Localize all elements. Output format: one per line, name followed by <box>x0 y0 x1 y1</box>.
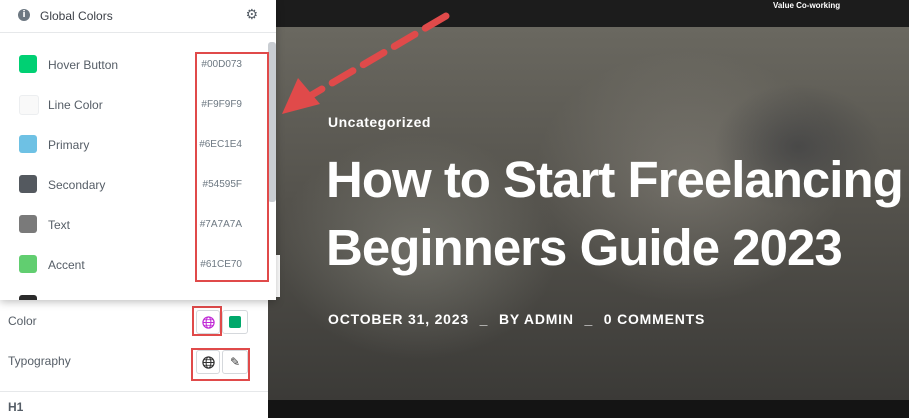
color-swatch <box>19 255 37 273</box>
annotation-box-typography <box>191 348 250 381</box>
post-author[interactable]: BY ADMIN <box>499 311 574 327</box>
post-meta: OCTOBER 31, 2023 _ BY ADMIN _ 0 COMMENTS <box>328 311 711 327</box>
color-swatch <box>19 95 39 115</box>
typography-control: Typography ✎ <box>0 345 268 381</box>
color-swatch-button[interactable] <box>222 310 248 334</box>
color-swatch <box>19 175 37 193</box>
meta-separator: _ <box>479 311 489 327</box>
h1-section-label: H1 <box>8 400 24 414</box>
gear-icon[interactable]: ⚙ <box>245 6 258 24</box>
post-title: How to Start Freelancing Beginners Guide… <box>326 146 909 282</box>
color-control: Color <box>0 305 268 337</box>
current-color-swatch <box>229 316 241 328</box>
annotation-box-color <box>192 306 222 336</box>
color-swatch <box>19 55 37 73</box>
post-date: OCTOBER 31, 2023 <box>328 311 469 327</box>
color-swatch <box>19 295 37 300</box>
color-label: Color <box>8 314 37 328</box>
color-name: Primary <box>48 138 90 152</box>
color-name: Line Color <box>48 98 103 112</box>
color-swatch <box>19 135 37 153</box>
info-icon[interactable]: i <box>18 9 30 21</box>
color-name: Secondary <box>48 178 106 192</box>
hero-bottom-bar <box>268 400 909 418</box>
annotation-box-hex-values <box>195 52 269 282</box>
global-color-item-partial <box>0 285 268 300</box>
color-name: Hover Button <box>48 58 119 72</box>
typography-label: Typography <box>8 354 71 368</box>
post-title-line-1: How to Start Freelancing <box>326 151 904 208</box>
site-brand[interactable]: Value Co-working <box>773 1 840 10</box>
meta-separator: _ <box>584 311 594 327</box>
global-colors-header: i Global Colors ⚙ <box>0 0 276 33</box>
color-swatch <box>19 215 37 233</box>
annotation-arrow <box>282 12 450 114</box>
color-name: Text <box>48 218 71 232</box>
divider <box>0 391 268 392</box>
color-name: Accent <box>48 258 85 272</box>
post-comments[interactable]: 0 COMMENTS <box>604 311 705 327</box>
global-colors-popup: i Global Colors ⚙ Hover Button #00D073 L… <box>0 0 276 300</box>
post-title-line-2: Beginners Guide 2023 <box>326 219 843 276</box>
global-colors-title: Global Colors <box>40 9 113 23</box>
